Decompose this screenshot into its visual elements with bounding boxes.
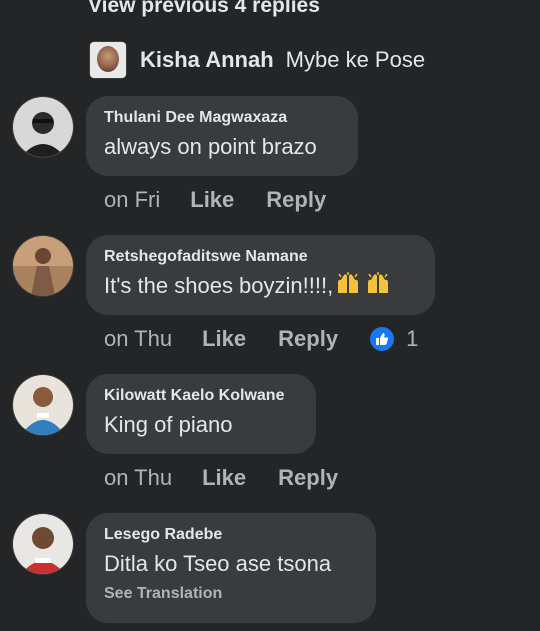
see-translation-link[interactable]: See Translation: [104, 585, 358, 603]
comment-author-name[interactable]: Kilowatt Kaelo Kolwane: [104, 386, 298, 406]
view-previous-replies-link[interactable]: View previous 4 replies: [88, 0, 320, 18]
avatar[interactable]: [90, 42, 126, 78]
reply-button[interactable]: Reply: [278, 465, 338, 491]
reply-button[interactable]: Reply: [266, 187, 326, 213]
comment-bubble[interactable]: Retshegofaditswe Namane It's the shoes b…: [86, 235, 435, 315]
comment-text: Ditla ko Tseo ase tsona: [104, 551, 332, 576]
avatar[interactable]: [12, 374, 74, 436]
reply-button[interactable]: Reply: [278, 326, 338, 352]
comment-timestamp[interactable]: on Thu: [104, 326, 172, 352]
comment-timestamp[interactable]: on Thu: [104, 465, 172, 491]
comment-timestamp[interactable]: on Fri: [104, 187, 160, 213]
comment-actions: on Thu Like Reply: [104, 465, 370, 491]
avatar[interactable]: [12, 96, 74, 158]
comment-text-content: It's the shoes boyzin!!!!,: [104, 273, 334, 298]
reply-text: Mybe ke Pose: [285, 47, 426, 72]
raised-hands-emoji-icon: [365, 271, 393, 303]
like-button[interactable]: Like: [202, 326, 246, 352]
comment-text: It's the shoes boyzin!!!!,: [104, 271, 417, 303]
comment-bubble[interactable]: Kilowatt Kaelo Kolwane King of piano: [86, 374, 316, 454]
like-button[interactable]: Like: [202, 465, 246, 491]
comment-bubble[interactable]: Thulani Dee Magwaxaza always on point br…: [86, 96, 358, 176]
comment-author-name[interactable]: Lesego Radebe: [104, 525, 358, 545]
avatar[interactable]: [12, 235, 74, 297]
reaction-summary[interactable]: 1: [370, 326, 418, 352]
reply-author-name[interactable]: Kisha Annah: [140, 47, 274, 73]
like-button[interactable]: Like: [190, 187, 234, 213]
comment-author-name[interactable]: Retshegofaditswe Namane: [104, 247, 417, 267]
comment-actions: on Fri Like Reply: [104, 187, 358, 213]
comment-text: always on point brazo: [104, 134, 317, 159]
top-reply: Kisha Annah Mybe ke Pose: [90, 42, 425, 78]
comment-actions: on Thu Like Reply 1: [104, 326, 418, 352]
reaction-count: 1: [406, 326, 419, 351]
thumbs-up-icon: [370, 327, 395, 351]
comment-author-name[interactable]: Thulani Dee Magwaxaza: [104, 108, 340, 128]
avatar[interactable]: [12, 513, 74, 575]
raised-hands-emoji-icon: [335, 271, 363, 303]
comment-bubble[interactable]: Lesego Radebe Ditla ko Tseo ase tsona Se…: [86, 513, 376, 623]
comment-text: King of piano: [104, 412, 233, 437]
